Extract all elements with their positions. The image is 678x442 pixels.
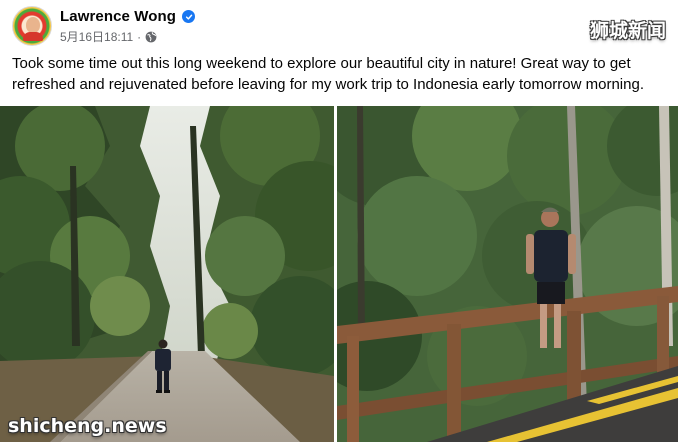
- verified-badge-icon: [182, 10, 196, 23]
- forest-road-photo[interactable]: shicheng.news: [0, 106, 334, 442]
- post-header: Lawrence Wong 5月16日18:11 ·: [12, 6, 532, 46]
- watermark-bottom: shicheng.news: [8, 415, 167, 437]
- post-timestamp[interactable]: 5月16日18:11: [60, 28, 133, 45]
- boardwalk-photo[interactable]: [337, 106, 678, 442]
- facebook-post: Lawrence Wong 5月16日18:11 · 狮城新闻 Took som…: [0, 0, 678, 442]
- avatar[interactable]: [12, 6, 52, 46]
- author-line: Lawrence Wong: [60, 8, 196, 25]
- globe-icon[interactable]: [145, 31, 157, 43]
- author-name[interactable]: Lawrence Wong: [60, 8, 176, 25]
- post-meta: 5月16日18:11 ·: [60, 28, 157, 45]
- post-text: Took some time out this long weekend to …: [12, 55, 644, 93]
- meta-separator: ·: [137, 29, 142, 44]
- watermark-top: 狮城新闻: [589, 20, 666, 42]
